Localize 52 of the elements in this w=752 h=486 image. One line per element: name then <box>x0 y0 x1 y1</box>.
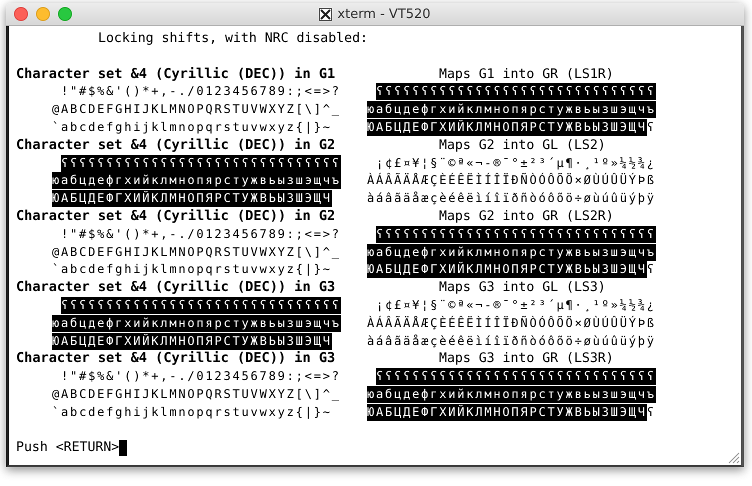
terminal-text: Character set &4 (Cyrillic (DEC)) in G1 <box>16 66 336 82</box>
terminal-text: Locking shifts, with NRC disabled: <box>98 31 368 46</box>
terminal-text: ʕ <box>646 118 656 136</box>
terminal-text: ЮАБЦДЕФГХИЙКЛМНОПЯРСТУЖВЬЫЗШЭЩЧ <box>52 190 332 208</box>
terminal-text: Character set &4 (Cyrillic (DEC)) in G3 <box>16 279 336 296</box>
terminal-text: !"#$%&'()*+,-./0123456789:;<=>? <box>61 83 341 100</box>
terminal-text: ЮАБЦДЕФГХИЙКЛМНОПЯРСТУЖВЬЫЗШЭЩЧ <box>367 118 647 136</box>
terminal-text: @ABCDEFGHIJKLMNOPQRSTUVWXYZ[\]^_ <box>52 101 341 118</box>
terminal-text: ÀÁÂÃÄÅÆÇÈÉÊËÌÍÎÏÐÑÒÓÔÕÖ×ØÙÚÛÜÝÞß <box>367 172 656 190</box>
x-logo-icon <box>319 8 332 20</box>
terminal-text: ЮАБЦДЕФГХИЙКЛМНОПЯРСТУЖВЬЫЗШЭЩЧ <box>367 261 647 278</box>
terminal-text: ʕʕʕʕʕʕʕʕʕʕʕʕʕʕʕʕʕʕʕʕʕʕʕʕʕʕʕʕʕʕʕ <box>61 296 341 314</box>
terminal-text: Maps G2 into GL (LS2) <box>439 138 606 153</box>
terminal-text: ¡¢£¤¥¦§¨©ª«¬-®¯°±²³´µ¶·¸¹º»¼½¾¿ <box>376 296 656 314</box>
terminal-text: Maps G1 into GR (LS1R) <box>439 66 614 82</box>
terminal-text: юабцдефгхийклмнопярстужвьызшэщчъ <box>52 314 341 332</box>
terminal-text: !"#$%&'()*+,-./0123456789:;<=>? <box>61 226 341 243</box>
terminal-text: ÀÁÂÃÄÅÆÇÈÉÊËÌÍÎÏÐÑÒÓÔÕÖ×ØÙÚÛÜÝÞß <box>367 314 656 332</box>
terminal-text: àáâãäåæçèéêëìíîïðñòóôõö÷øùúûüýþÿ <box>367 332 656 350</box>
terminal-text: Character set &4 (Cyrillic (DEC)) in G2 <box>16 136 336 153</box>
terminal-text: !"#$%&'()*+,-./0123456789:;<=>? <box>61 368 341 386</box>
terminal-text: ¡¢£¤¥¦§¨©ª«¬-®¯°±²³´µ¶·¸¹º»¼½¾¿ <box>376 154 656 172</box>
terminal-text: ʕʕʕʕʕʕʕʕʕʕʕʕʕʕʕʕʕʕʕʕʕʕʕʕʕʕʕʕʕʕʕ <box>376 226 656 243</box>
text-cursor <box>119 440 128 456</box>
terminal-text: ʕ <box>646 261 656 278</box>
terminal-text: `abcdefghijklmnopqrstuvwxyz{|}~ <box>52 404 332 421</box>
terminal-text: `abcdefghijklmnopqrstuvwxyz{|}~ <box>52 118 332 136</box>
terminal-text: юабцдефгхийклмнопярстужвьызшэщчъ <box>367 101 656 118</box>
terminal-text: Maps G2 into GR (LS2R) <box>439 208 614 224</box>
terminal-text: Character set &4 (Cyrillic (DEC)) in G2 <box>16 208 336 224</box>
terminal-text: `abcdefghijklmnopqrstuvwxyz{|}~ <box>52 261 332 278</box>
resize-grip-icon[interactable] <box>726 450 740 464</box>
terminal-text: ʕʕʕʕʕʕʕʕʕʕʕʕʕʕʕʕʕʕʕʕʕʕʕʕʕʕʕʕʕʕʕ <box>376 83 656 100</box>
terminal-text: юабцдефгхийклмнопярстужвьызшэщчъ <box>367 386 656 403</box>
terminal-text: ЮАБЦДЕФГХИЙКЛМНОПЯРСТУЖВЬЫЗШЭЩЧ <box>367 404 647 421</box>
terminal-text: @ABCDEFGHIJKLMNOPQRSTUVWXYZ[\]^_ <box>52 386 341 403</box>
terminal-text: Maps G3 into GL (LS3) <box>439 280 606 296</box>
terminal-text: Maps G3 into GR (LS3R) <box>439 351 614 366</box>
window-title: xterm - VT520 <box>337 6 431 22</box>
terminal-text: àáâãäåæçèéêëìíîïðñòóôõö÷øùúûüýþÿ <box>367 190 656 208</box>
terminal-text: Character set &4 (Cyrillic (DEC)) in G3 <box>16 350 336 366</box>
terminal-text: @ABCDEFGHIJKLMNOPQRSTUVWXYZ[\]^_ <box>52 244 341 261</box>
minimize-button[interactable] <box>36 7 50 21</box>
terminal-text: юабцдефгхийклмнопярстужвьызшэщчъ <box>52 172 341 190</box>
close-button[interactable] <box>14 7 28 21</box>
terminal-text: Push <RETURN> <box>16 439 120 458</box>
terminal-text: юабцдефгхийклмнопярстужвьызшэщчъ <box>367 244 656 261</box>
terminal-text: ʕʕʕʕʕʕʕʕʕʕʕʕʕʕʕʕʕʕʕʕʕʕʕʕʕʕʕʕʕʕʕ <box>376 368 656 386</box>
zoom-button[interactable] <box>58 7 72 21</box>
terminal-text: ЮАБЦДЕФГХИЙКЛМНОПЯРСТУЖВЬЫЗШЭЩЧ <box>52 332 332 350</box>
terminal-text: ʕʕʕʕʕʕʕʕʕʕʕʕʕʕʕʕʕʕʕʕʕʕʕʕʕʕʕʕʕʕʕ <box>61 154 341 172</box>
terminal-text: ʕ <box>646 404 656 421</box>
